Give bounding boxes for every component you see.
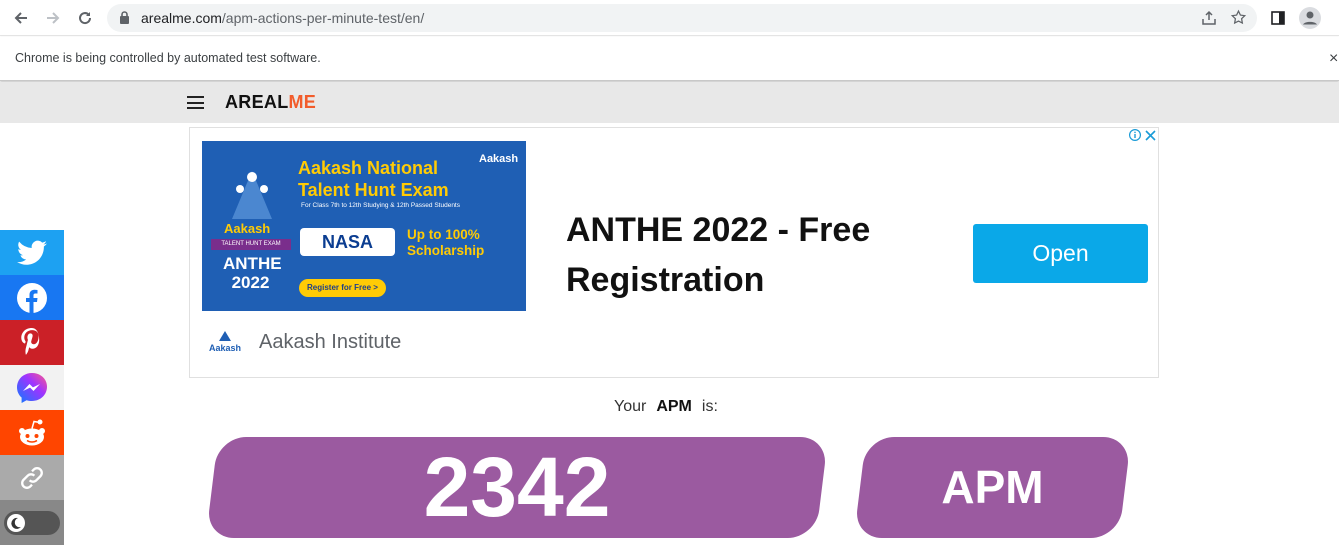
- facebook-share-button[interactable]: [0, 275, 64, 320]
- pinterest-share-button[interactable]: [0, 320, 64, 365]
- advertiser-name[interactable]: Aakash Institute: [259, 331, 401, 354]
- banner-corner-logo: Aakash: [479, 153, 519, 165]
- ad-controls: [1128, 128, 1156, 144]
- apm-unit: APM: [941, 461, 1044, 513]
- ad-close-icon[interactable]: [1145, 129, 1156, 144]
- banner-subtitle: For Class 7th to 12th Studying & 12th Pa…: [301, 202, 460, 209]
- banner-nasa: NASA: [300, 228, 395, 256]
- address-bar[interactable]: arealme.com/apm-actions-per-minute-test/…: [107, 4, 1257, 32]
- result-caption: Your APM is:: [614, 398, 718, 415]
- facebook-icon: [17, 282, 47, 313]
- messenger-share-button[interactable]: [0, 365, 64, 410]
- social-share-sidebar: [0, 230, 64, 545]
- banner-tag: TALENT HUNT EXAM: [211, 239, 291, 250]
- apm-score: 2342: [423, 440, 611, 534]
- site-logo[interactable]: AREALME: [225, 92, 316, 113]
- site-header: AREALME: [0, 82, 1339, 123]
- ad-info-icon[interactable]: [1128, 128, 1142, 144]
- ad-open-button[interactable]: Open: [973, 224, 1148, 283]
- browser-toolbar: arealme.com/apm-actions-per-minute-test/…: [0, 0, 1339, 36]
- share-icon[interactable]: [1201, 10, 1217, 31]
- reddit-icon: [19, 419, 45, 445]
- moon-icon: [7, 513, 25, 532]
- banner-scholarship: Up to 100% Scholarship: [407, 227, 485, 258]
- reload-icon[interactable]: [73, 6, 97, 30]
- infobar-message: Chrome is being controlled by automated …: [15, 51, 321, 65]
- bookmark-star-icon[interactable]: [1230, 9, 1247, 31]
- infobar-close-button[interactable]: ×: [1329, 50, 1339, 68]
- back-arrow-icon[interactable]: [9, 6, 33, 30]
- side-panel-icon[interactable]: [1266, 6, 1290, 30]
- advertisement[interactable]: Aakash TALENT HUNT EXAM ANTHE 2022 Aakas…: [189, 127, 1159, 378]
- ad-headline[interactable]: ANTHE 2022 - Free Registration: [566, 205, 896, 305]
- forward-arrow-icon[interactable]: [41, 6, 65, 30]
- pinterest-icon: [21, 327, 40, 355]
- lock-icon: [119, 11, 130, 29]
- copy-link-button[interactable]: [0, 455, 64, 500]
- banner-register-button[interactable]: Register for Free >: [299, 279, 386, 297]
- link-icon: [21, 466, 43, 489]
- banner-anthe: ANTHE 2022: [223, 254, 282, 292]
- banner-logo: Aakash: [224, 221, 271, 236]
- profile-avatar-icon[interactable]: [1298, 6, 1322, 30]
- twitter-icon: [17, 240, 47, 265]
- dark-mode-switch[interactable]: [4, 510, 60, 535]
- banner-title: Aakash National Talent Hunt Exam: [298, 158, 449, 200]
- messenger-icon: [17, 372, 47, 403]
- trophy-figures-icon: [232, 171, 272, 219]
- dark-mode-toggle[interactable]: [0, 500, 64, 545]
- url-text: arealme.com/apm-actions-per-minute-test/…: [141, 10, 425, 26]
- automation-infobar: Chrome is being controlled by automated …: [0, 37, 1339, 81]
- reddit-share-button[interactable]: [0, 410, 64, 455]
- hamburger-menu-icon[interactable]: [187, 96, 204, 109]
- twitter-share-button[interactable]: [0, 230, 64, 275]
- advertiser-logo: Aakash: [207, 331, 243, 357]
- ad-banner-image[interactable]: Aakash TALENT HUNT EXAM ANTHE 2022 Aakas…: [202, 141, 526, 311]
